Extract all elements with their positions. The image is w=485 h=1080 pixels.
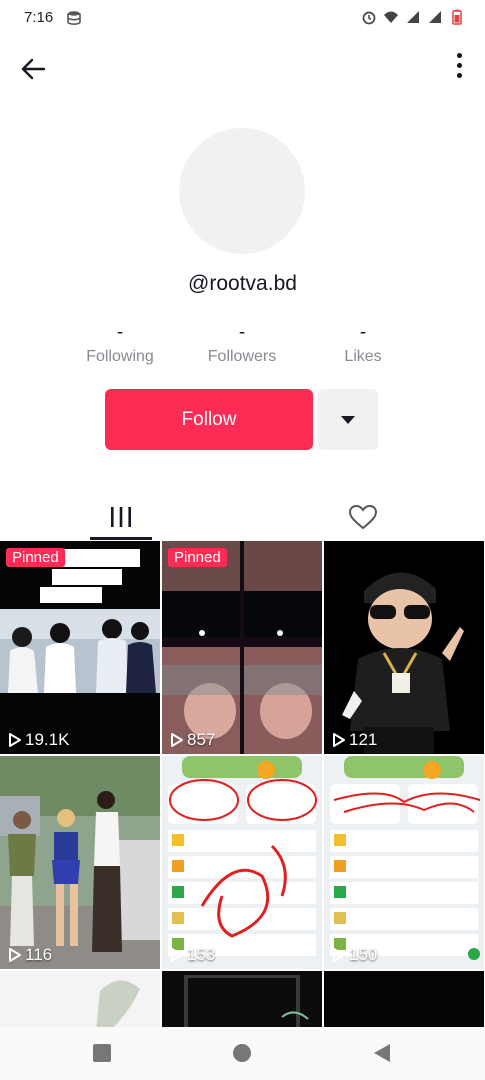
video-thumbnail[interactable]	[162, 971, 322, 1031]
battery-icon	[452, 9, 462, 25]
alarm-icon	[362, 11, 376, 25]
follow-button[interactable]: Follow	[105, 389, 313, 450]
square-icon	[93, 1044, 111, 1062]
view-count: 116	[8, 945, 52, 965]
dot-icon	[456, 72, 462, 78]
thumbnail-image	[162, 971, 322, 1031]
followers-count: -	[238, 322, 246, 343]
play-icon	[9, 948, 21, 962]
view-count: 19.1K	[8, 730, 69, 750]
view-count-text: 19.1K	[25, 730, 70, 749]
circle-icon	[233, 1044, 251, 1062]
stat-followers[interactable]: - Followers	[182, 322, 302, 366]
view-count: 150	[332, 945, 377, 965]
play-icon	[9, 733, 21, 747]
system-back-button[interactable]	[367, 1039, 397, 1067]
thumbnail-image	[0, 541, 160, 754]
back-button[interactable]	[16, 52, 50, 86]
caret-down-icon	[341, 415, 355, 424]
recents-button[interactable]	[87, 1039, 117, 1067]
thumbnail-image	[0, 971, 160, 1031]
view-count: 121	[332, 730, 377, 750]
video-thumbnail[interactable]: 150	[324, 756, 484, 969]
pinned-badge: Pinned	[6, 548, 65, 567]
pinned-badge: Pinned	[168, 548, 227, 567]
dot-icon	[456, 62, 462, 68]
view-count-text: 150	[349, 945, 378, 964]
thumbnail-image	[162, 756, 322, 969]
storage-icon	[67, 11, 81, 26]
view-count-text: 116	[25, 945, 53, 964]
view-count-text: 153	[187, 945, 216, 964]
likes-label: Likes	[344, 348, 382, 365]
thumbnail-image	[0, 756, 160, 969]
view-count-text: 857	[187, 730, 216, 749]
grid-icon	[111, 507, 131, 527]
profile-stats: - Following - Followers - Likes	[60, 322, 425, 372]
thumbnail-image	[162, 541, 322, 754]
video-thumbnail[interactable]: 121	[324, 541, 484, 754]
wifi-icon	[384, 11, 398, 23]
view-count: 153	[170, 945, 215, 965]
triangle-back-icon	[374, 1044, 390, 1062]
followers-label: Followers	[207, 348, 277, 365]
video-thumbnail[interactable]	[324, 971, 484, 1031]
view-count-text: 121	[349, 730, 378, 749]
video-thumbnail[interactable]: 116	[0, 756, 160, 969]
status-bar: 7:16	[0, 0, 485, 36]
tab-videos[interactable]	[0, 494, 242, 540]
heart-icon	[348, 504, 378, 530]
avatar[interactable]	[179, 128, 305, 254]
signal-2-icon	[429, 11, 441, 23]
status-time: 7:16	[24, 9, 54, 26]
username: @rootva.bd	[188, 272, 297, 295]
stat-following[interactable]: - Following	[60, 322, 180, 366]
following-count: -	[116, 322, 124, 343]
dot-icon	[456, 52, 462, 58]
video-thumbnail[interactable]	[0, 971, 160, 1031]
stat-likes[interactable]: - Likes	[303, 322, 423, 366]
video-thumbnail[interactable]: 153	[162, 756, 322, 969]
play-icon	[171, 948, 183, 962]
tab-liked[interactable]	[242, 494, 484, 540]
video-thumbnail[interactable]: Pinned 19.1K	[0, 541, 160, 754]
tab-indicator	[90, 537, 152, 540]
system-nav-bar	[0, 1027, 485, 1080]
arrow-left-icon	[21, 58, 46, 80]
thumbnail-image	[324, 541, 484, 754]
view-count: 857	[170, 730, 215, 750]
suggested-accounts-button[interactable]	[318, 389, 378, 450]
play-icon	[333, 733, 345, 747]
home-button[interactable]	[227, 1039, 257, 1067]
play-icon	[333, 948, 345, 962]
following-label: Following	[86, 348, 154, 365]
thumbnail-image	[324, 756, 484, 969]
video-thumbnail[interactable]: Pinned 857	[162, 541, 322, 754]
likes-count: -	[359, 322, 367, 343]
more-options-button[interactable]	[449, 48, 469, 82]
play-icon	[171, 733, 183, 747]
signal-icon	[407, 11, 419, 23]
